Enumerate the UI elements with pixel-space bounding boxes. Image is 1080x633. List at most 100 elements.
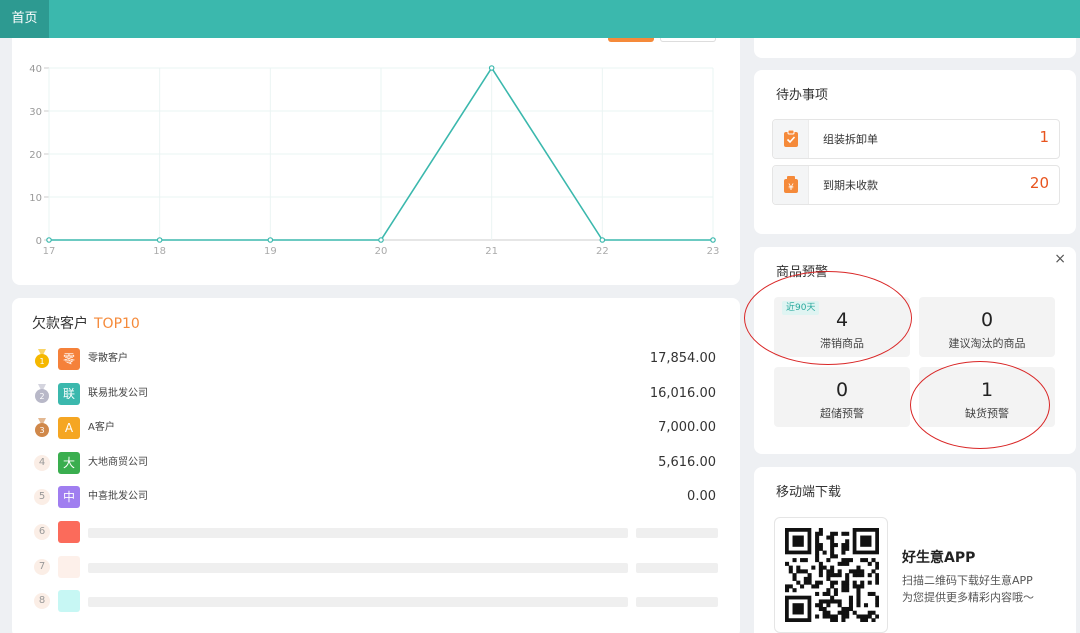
debt-amount: 7,000.00 [658,420,716,436]
tile-label: 建议淘汰的商品 [948,337,1026,350]
app-desc-line1: 扫描二维码下载好生意APP [902,574,1033,587]
rank-number: 4 [34,454,50,471]
debt-customers-card: 欠款客户 TOP10 1 零零散客户 17,854.00 2 联联易批发公司 16,016.… [12,298,740,633]
qr-code [774,517,888,633]
sales-chart-card: 0 10 20 30 40 17 18 19 20 21 22 23 [12,26,740,285]
close-icon[interactable]: × [1054,251,1066,267]
x-tick-label: 17 [43,246,56,257]
debt-row[interactable]: 3 A A客户 7,000.00 [12,416,740,440]
placeholder-bar [636,597,718,608]
tile-num: 0 [835,379,849,401]
tile-num: 1 [980,379,994,401]
placeholder-bar [636,528,718,538]
tile-label: 滞销商品 [820,337,864,350]
rank-number: 6 [34,524,50,540]
data-point[interactable] [156,237,163,243]
medal-icon: 1 [35,349,49,368]
debt-row[interactable]: 2 联联易批发公司 16,016.00 [12,382,740,406]
tile-num: 4 [835,309,849,331]
avatar: 中 [58,486,80,509]
placeholder-bar [636,562,718,573]
avatar: A [58,417,80,440]
todo-card: 待办事项 组装拆卸单 1 ¥ 到期未收款 20 [754,70,1076,234]
debt-title-accent: TOP10 [94,316,140,332]
data-point[interactable] [710,237,716,243]
x-tick-label: 18 [153,246,166,257]
todo-item-overdue[interactable]: ¥ 到期未收款 20 [772,165,1060,205]
debt-title-text: 欠款客户 [32,316,88,332]
y-tick-label: 30 [29,107,42,118]
placeholder-bar [88,597,628,608]
data-point[interactable] [488,65,495,71]
money-bag-icon: ¥ [784,176,798,193]
todo-item-assembly[interactable]: 组装拆卸单 1 [772,119,1060,159]
x-tick-label: 22 [596,246,609,257]
avatar: 零 [58,348,80,370]
debt-amount: 17,854.00 [649,351,716,366]
rank-number: 5 [34,489,50,506]
todo-icon-wrap [773,120,809,158]
debt-row[interactable]: 1 零零散客户 17,854.00 [12,347,740,371]
tile-num: 0 [980,309,994,331]
product-alert-card: 商品预警 × 近90天 4 滞销商品 0 建议淘汰的商品 0 超储预警 1 缺货… [744,247,1076,454]
todo-label: 到期未收款 [823,179,878,192]
debt-row[interactable]: 5 中中喜批发公司 0.00 [12,485,740,509]
tab-home[interactable]: 首页 [0,0,49,38]
data-point[interactable] [46,237,52,243]
x-tick-label: 20 [375,246,388,257]
rank-number: 7 [34,558,50,575]
debt-title: 欠款客户 TOP10 [32,313,140,333]
todo-count: 20 [1029,174,1049,192]
clipboard-check-icon [784,130,798,147]
customer-name: 大地商贸公司 [88,456,148,468]
tile-label: 缺货预警 [965,407,1009,420]
customer-name: A客户 [88,422,115,434]
placeholder-bar [88,528,628,538]
x-tick-label: 23 [707,246,720,257]
data-point[interactable] [267,237,274,243]
customer-name: 中喜批发公司 [88,491,148,503]
debt-row[interactable]: 4 大大地商贸公司 5,616.00 [12,451,740,475]
tile-overstock[interactable]: 0 超储预警 [774,367,910,427]
avatar: 大 [58,451,80,474]
todo-title: 待办事项 [776,88,829,103]
avatar-placeholder [58,521,80,543]
medal-icon: 2 [35,383,49,403]
tile-suggest-obsolete[interactable]: 0 建议淘汰的商品 [919,297,1055,357]
rank-number: 8 [34,593,50,610]
tile-slow-moving[interactable]: 近90天 4 滞销商品 [774,297,910,357]
todo-icon-wrap: ¥ [773,166,809,204]
x-tick-label: 19 [264,246,277,257]
placeholder-bar [88,562,628,573]
avatar-placeholder [58,555,80,578]
customer-name: 零散客户 [88,353,128,364]
svg-text:¥: ¥ [788,183,794,193]
y-tick-label: 20 [29,150,42,161]
app-desc-line2: 为您提供更多精彩内容哦～ [902,591,1034,604]
top-bar: 首页 [0,0,1080,38]
y-tick-label: 0 [36,236,42,247]
tile-label: 超储预警 [820,407,864,420]
debt-row-placeholder: 7 [12,555,740,579]
medal-icon: 3 [35,418,49,438]
debt-row-placeholder: 8 [12,589,740,613]
avatar-placeholder [58,590,80,613]
y-tick-label: 10 [29,193,42,204]
alert-title: 商品预警 [776,265,829,280]
medal-rank: 3 [39,426,44,435]
data-point[interactable] [378,237,384,243]
data-point[interactable] [599,237,606,243]
tile-out-of-stock[interactable]: 1 缺货预警 [919,367,1055,427]
medal-rank: 2 [39,392,44,401]
y-tick-label: 40 [29,64,42,75]
debt-amount: 5,616.00 [658,454,716,470]
todo-label: 组装拆卸单 [823,133,878,146]
debt-amount: 0.00 [687,489,716,505]
debt-row-placeholder: 6 [12,520,740,544]
app-name: 好生意APP [902,550,976,566]
todo-count: 1 [1039,128,1049,146]
medal-rank: 1 [39,357,44,366]
mobile-download-card: 移动端下载 好生意APP 扫描二维码下载好生意APP 为您提供更多精彩内容哦～ [754,467,1076,633]
x-tick-label: 21 [485,246,498,257]
mobile-title: 移动端下载 [776,485,842,500]
